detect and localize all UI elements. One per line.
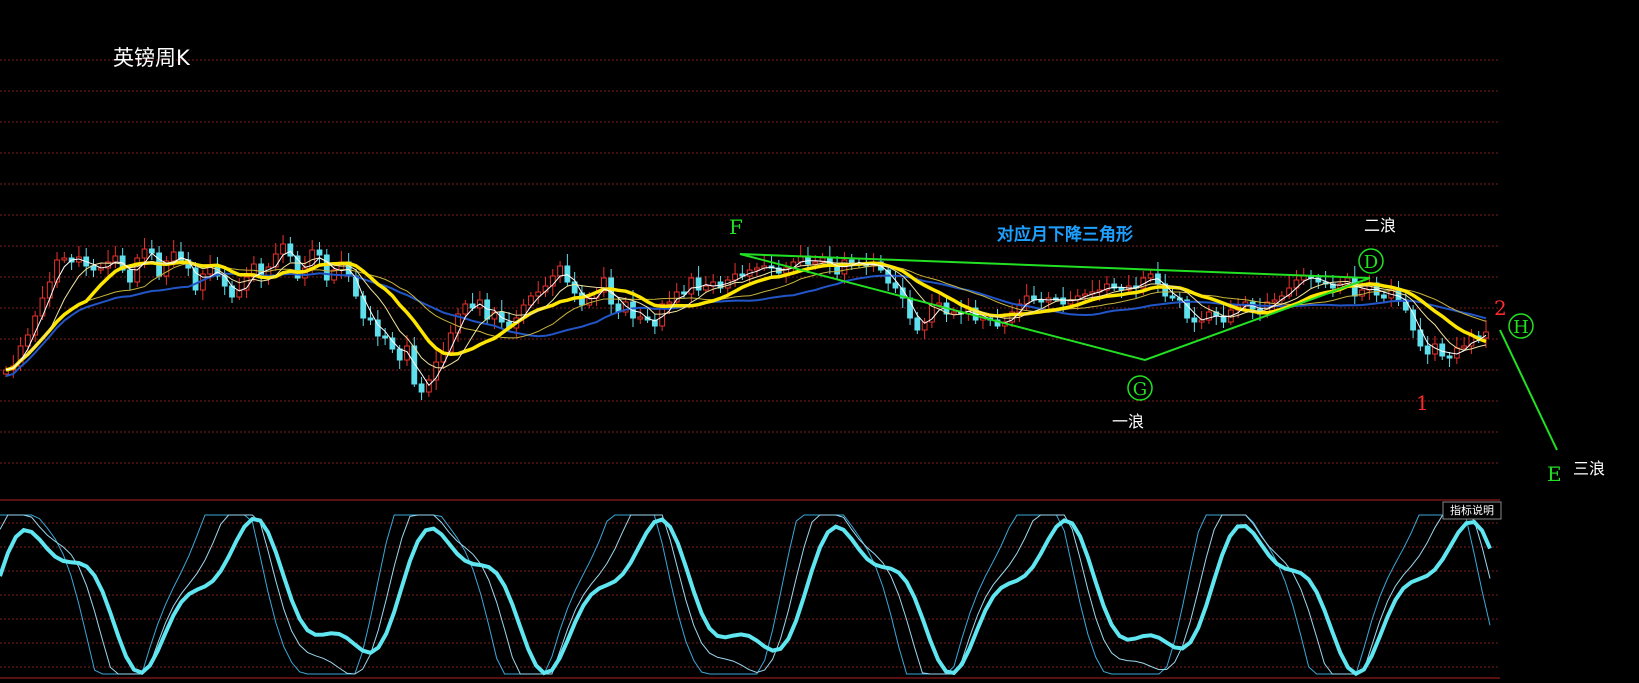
oscillator-main-line	[0, 516, 1492, 677]
candle-body	[1424, 345, 1431, 355]
candle-body	[564, 265, 571, 283]
candle-body	[1300, 275, 1307, 281]
candle-body	[112, 255, 119, 263]
candle-body	[812, 261, 819, 265]
candle-body	[404, 345, 410, 361]
candle-body	[367, 317, 374, 321]
candle-body	[170, 251, 177, 262]
label-H: H	[1513, 317, 1529, 338]
candle-body	[1395, 289, 1402, 301]
triangle-label: 对应月下降三角形	[997, 224, 1133, 245]
indicator-button-label: 指标说明	[1450, 503, 1494, 517]
candle-body	[1461, 345, 1468, 349]
candle-body	[280, 243, 286, 255]
candle-body	[1169, 295, 1176, 299]
chart-title: 英镑周K	[113, 46, 191, 70]
candle-body	[848, 259, 855, 264]
candle-body	[141, 248, 148, 259]
candle-body	[1038, 299, 1045, 303]
candle-body	[703, 285, 709, 291]
projection-line	[1499, 329, 1558, 451]
wave2-label: 二浪	[1364, 216, 1396, 235]
candle-body	[666, 301, 673, 305]
candle-body	[1483, 331, 1489, 339]
candle-body	[418, 383, 425, 393]
candlesticks	[3, 235, 1489, 400]
label-2: 2	[1494, 296, 1507, 320]
candle-body	[688, 277, 695, 295]
main-panel-grid	[0, 59, 1500, 464]
candle-body	[90, 265, 97, 271]
chart-canvas: 指标说明 英镑周K 对应月下降三角形 F D 二浪 G 一浪 H 2 1 E 三…	[0, 46, 1605, 679]
candle-body	[272, 253, 279, 268]
candle-body	[1191, 317, 1198, 323]
candle-body	[61, 257, 68, 261]
candle-body	[127, 269, 133, 283]
candle-body	[1147, 273, 1154, 279]
candle-body	[892, 282, 899, 289]
indicator-button[interactable]: 指标说明	[1442, 501, 1502, 520]
candle-body	[287, 243, 294, 257]
candle-body	[396, 348, 403, 361]
candle-body	[1446, 355, 1453, 359]
candle-body	[1118, 287, 1125, 291]
candle-body	[148, 248, 155, 254]
candle-body	[316, 249, 323, 256]
candle-body	[221, 275, 228, 287]
oscillator-panel-grid	[0, 522, 1500, 668]
label-E: E	[1547, 462, 1562, 486]
label-G: G	[1133, 379, 1147, 400]
candle-body	[754, 267, 760, 271]
candle-body	[462, 303, 469, 315]
candle-body	[192, 267, 199, 291]
candle-body	[323, 254, 330, 281]
moving-average-lines	[5, 250, 1487, 387]
candle-body	[382, 335, 389, 339]
label-1: 1	[1416, 391, 1429, 415]
candle-body	[732, 273, 738, 281]
candle-body	[1381, 294, 1387, 299]
candle-body	[1271, 299, 1278, 303]
label-F: F	[729, 215, 743, 239]
candle-body	[557, 265, 563, 277]
candle-body	[950, 311, 957, 315]
candle-body	[695, 277, 702, 291]
wave1-label: 一浪	[1112, 412, 1144, 431]
candle-body	[54, 259, 60, 283]
candle-body	[834, 265, 841, 275]
wave3-label: 三浪	[1573, 459, 1605, 478]
ma-blue-line	[5, 272, 1487, 377]
candle-body	[535, 291, 542, 297]
candle-body	[914, 317, 921, 331]
candle-body	[673, 291, 680, 303]
label-D: D	[1364, 252, 1378, 273]
candle-body	[637, 316, 644, 320]
